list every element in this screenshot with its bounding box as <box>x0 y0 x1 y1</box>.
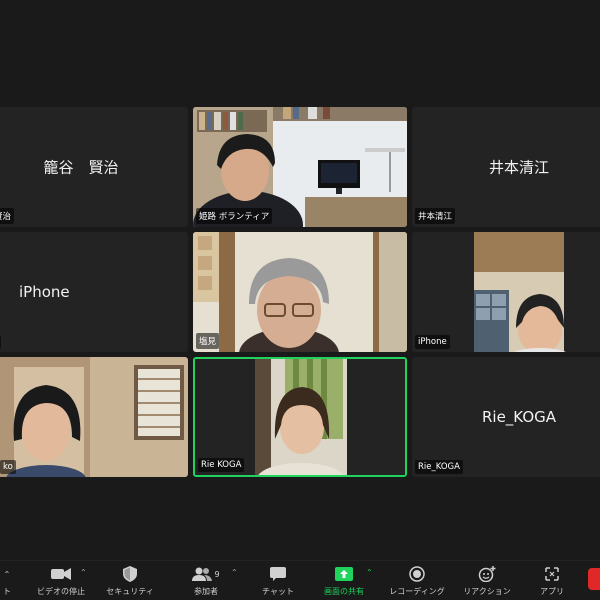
record-icon <box>409 565 425 583</box>
share-screen-icon <box>335 565 353 583</box>
participant-tile[interactable]: 籠谷 賢治 谷 賢治 <box>0 107 188 227</box>
video-frame-room <box>193 232 407 352</box>
participant-tile[interactable]: iPhone hone <box>0 232 188 352</box>
participant-tile[interactable]: Rie_KOGA Rie_KOGA <box>412 357 600 477</box>
participant-video <box>193 232 407 352</box>
caret-up-icon[interactable]: ⌃ <box>4 565 11 583</box>
audio-control[interactable]: ⌃ ト <box>0 565 14 599</box>
participant-video <box>0 357 188 477</box>
reactions-label: リアクション <box>463 587 511 596</box>
security-label: セキュリティ <box>106 587 154 596</box>
participant-video <box>412 232 600 352</box>
participant-tile[interactable]: 井本清江 井本清江 <box>412 107 600 227</box>
participant-name-tag: Rie KOGA <box>198 458 245 472</box>
participant-tile[interactable]: 姫路 ボランティア <box>193 107 407 227</box>
participants-icon: 9 <box>192 565 220 583</box>
security-button[interactable]: セキュリティ <box>100 565 160 599</box>
participants-options-caret-icon[interactable]: ⌃ <box>231 568 238 577</box>
participant-tile[interactable]: 塩見 <box>193 232 407 352</box>
video-camera-icon <box>51 565 71 583</box>
chat-bubble-icon <box>270 565 286 583</box>
share-options-caret-icon[interactable]: ⌃ <box>366 568 373 577</box>
chat-button[interactable]: チャット <box>258 565 298 599</box>
reactions-button[interactable]: リアクション <box>458 565 516 599</box>
participant-tile[interactable]: iPhone <box>412 232 600 352</box>
participant-center-name: iPhone <box>19 283 70 301</box>
stop-video-label: ビデオの停止 <box>37 587 85 596</box>
record-label: レコーディング <box>389 587 445 596</box>
video-frame-home <box>0 357 188 477</box>
share-screen-label: 画面の共有 <box>324 587 364 596</box>
participant-name-tag: hone <box>0 335 2 349</box>
participant-center-name: 井本清江 <box>488 158 549 177</box>
video-options-caret-icon[interactable]: ⌃ <box>80 568 87 577</box>
participant-name-tag: Rie_KOGA <box>415 460 463 474</box>
participants-button[interactable]: 9 参加者 <box>186 565 226 599</box>
apps-label: アプリ <box>540 587 564 596</box>
meeting-toolbar: ⌃ ト ビデオの停止 ⌃ セキュリティ 9 参加者 ⌃ チャット 画面の共有 ⌃ <box>0 560 600 600</box>
participant-name-tag: ko <box>0 460 16 474</box>
participant-name-tag: 塩見 <box>196 333 220 349</box>
participant-name-tag: iPhone <box>415 335 450 349</box>
audio-label-partial: ト <box>3 587 11 596</box>
chat-label: チャット <box>262 587 294 596</box>
apps-icon <box>544 565 560 583</box>
video-gallery: 籠谷 賢治 谷 賢治 <box>0 0 600 560</box>
participants-label: 参加者 <box>194 587 218 596</box>
video-frame-phone <box>412 232 600 352</box>
apps-button[interactable]: アプリ <box>535 565 569 599</box>
participant-name-tag: 井本清江 <box>415 208 456 224</box>
share-screen-button[interactable]: 画面の共有 <box>318 565 370 599</box>
participant-center-name: 籠谷 賢治 <box>43 158 119 177</box>
participant-tile-active-speaker[interactable]: Rie KOGA <box>193 357 407 477</box>
participant-name-tag: 姫路 ボランティア <box>196 208 273 224</box>
participant-name-tag: 谷 賢治 <box>0 208 15 224</box>
participant-center-name: Rie_KOGA <box>481 408 557 426</box>
participants-count: 9 <box>214 569 220 579</box>
participant-tile[interactable]: ko <box>0 357 188 477</box>
emoji-add-icon <box>478 565 496 583</box>
record-button[interactable]: レコーディング <box>386 565 448 599</box>
shield-icon <box>123 565 137 583</box>
end-meeting-button[interactable] <box>588 568 600 590</box>
